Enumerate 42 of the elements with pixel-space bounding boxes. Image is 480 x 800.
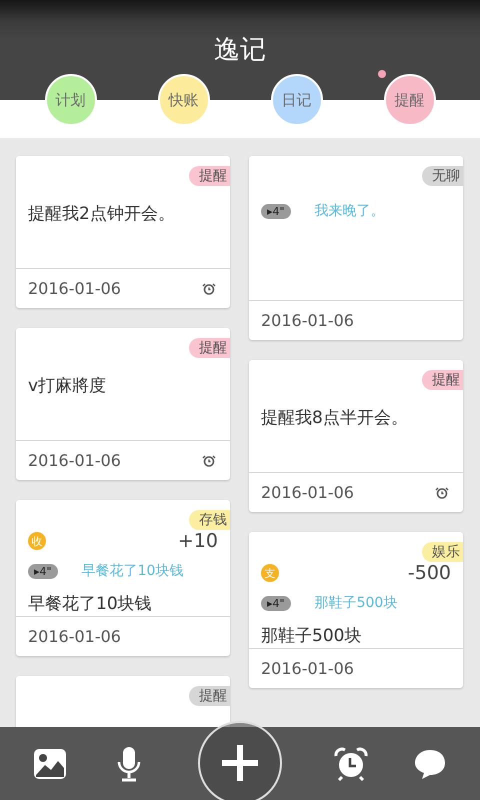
voice-clip-button[interactable]: ▸4" <box>261 596 291 610</box>
note-card[interactable]: 提醒 v打麻將度 2016-01-06 <box>16 328 230 480</box>
category-button[interactable]: 日记 <box>270 74 322 126</box>
app-title: 逸记 <box>214 34 266 66</box>
voice-transcript: 那鞋子500块 <box>314 594 398 612</box>
note-card[interactable]: 娱乐 支 -500 ▸4" 那鞋子500块 那鞋子500块 2016-01-06 <box>249 532 463 688</box>
category-tag: 无聊 <box>422 166 463 186</box>
amount: +10 <box>178 530 218 552</box>
plus-icon <box>220 743 260 783</box>
voice-clip-button[interactable]: ▸4" <box>28 564 58 578</box>
category-tag: 提醒 <box>422 370 463 390</box>
voice-transcript: 早餐花了10块钱 <box>82 562 184 580</box>
category-tag: 娱乐 <box>422 542 463 562</box>
category-tag: 提醒 <box>189 686 230 706</box>
note-date: 2016-01-06 <box>261 311 354 330</box>
category-tag: 存钱 <box>189 510 230 530</box>
category-button[interactable]: 计划 <box>44 74 96 126</box>
note-text: 早餐花了10块钱 <box>28 593 153 616</box>
note-card[interactable]: 无聊 ▸4" 我来晚了。 2016-01-06 <box>249 156 463 340</box>
income-expense-badge: 收 <box>28 532 46 550</box>
note-date: 2016-01-06 <box>28 451 121 470</box>
category-button[interactable]: 快账 <box>158 74 210 126</box>
note-card[interactable]: 提醒 提醒我2点钟开会。 2016-01-06 <box>16 156 230 308</box>
amount: -500 <box>408 562 451 584</box>
alarm-clock-icon[interactable] <box>333 746 370 782</box>
note-text: 提醒我2点钟开会。 <box>28 203 176 226</box>
note-text: 那鞋子500块 <box>261 625 362 648</box>
voice-clip-button[interactable]: ▸4" <box>261 204 291 218</box>
category-tag: 提醒 <box>189 338 230 358</box>
category-tag: 提醒 <box>189 166 230 186</box>
voice-transcript: 我来晚了。 <box>314 202 385 220</box>
note-text: v打麻將度 <box>28 375 108 398</box>
note-card[interactable]: 存钱 收 +10 ▸4" 早餐花了10块钱 早餐花了10块钱 2016-01-06 <box>16 500 230 656</box>
note-date: 2016-01-06 <box>261 483 354 502</box>
category-button[interactable]: 提醒 <box>384 74 436 126</box>
note-date: 2016-01-06 <box>261 659 354 678</box>
note-card[interactable]: 提醒 <box>16 676 230 727</box>
note-date: 2016-01-06 <box>28 279 121 298</box>
note-date: 2016-01-06 <box>28 627 121 646</box>
note-card[interactable]: 提醒 提醒我8点半开会。 2016-01-06 <box>249 360 463 512</box>
note-text: 提醒我8点半开会。 <box>261 407 409 430</box>
income-expense-badge: 支 <box>261 564 279 582</box>
